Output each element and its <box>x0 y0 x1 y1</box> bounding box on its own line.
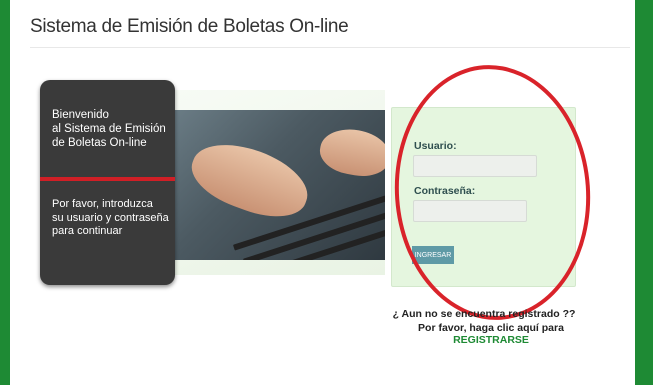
register-prompt: Por favor, haga clic aquí para REGISTRAR… <box>386 322 596 346</box>
red-divider <box>40 177 175 181</box>
username-input[interactable] <box>413 155 537 177</box>
instruction-line: para continuar <box>52 225 123 237</box>
password-label: Contraseña: <box>414 185 476 197</box>
hand-image <box>183 131 317 229</box>
hand-image <box>316 124 385 181</box>
register-link[interactable]: REGISTRARSE <box>453 334 529 346</box>
register-prompt-text: Por favor, haga clic aquí para <box>418 322 564 334</box>
welcome-panel: Bienvenido al Sistema de Emisión de Bole… <box>40 80 175 285</box>
hero-banner: Bienvenido al Sistema de Emisión de Bole… <box>40 80 385 285</box>
instruction-line: su usuario y contraseña <box>52 211 169 224</box>
page-title: Sistema de Emisión de Boletas On-line <box>30 16 349 37</box>
instruction-line: Por favor, introduzca <box>52 198 153 210</box>
username-label: Usuario: <box>414 140 457 152</box>
register-question: ¿ Aun no se encuentra registrado ?? <box>392 308 576 320</box>
main-content: Sistema de Emisión de Boletas On-line Bi… <box>10 0 635 385</box>
instructions-message: Por favor, introduzca su usuario y contr… <box>52 198 172 239</box>
title-divider <box>30 47 630 48</box>
login-submit-button[interactable]: INGRESAR <box>412 246 454 264</box>
page-frame: Sistema de Emisión de Boletas On-line Bi… <box>0 0 653 385</box>
keyboard-photo <box>170 110 385 260</box>
left-green-border <box>0 0 10 385</box>
welcome-line: Bienvenido <box>52 109 109 121</box>
login-form: Usuario: Contraseña: INGRESAR <box>391 107 576 287</box>
right-green-border <box>635 0 653 385</box>
welcome-message: Bienvenido al Sistema de Emisión de Bole… <box>52 108 172 150</box>
welcome-line: al Sistema de Emisión <box>52 123 166 135</box>
welcome-line: de Boletas On-line <box>52 137 147 149</box>
password-input[interactable] <box>413 200 527 222</box>
